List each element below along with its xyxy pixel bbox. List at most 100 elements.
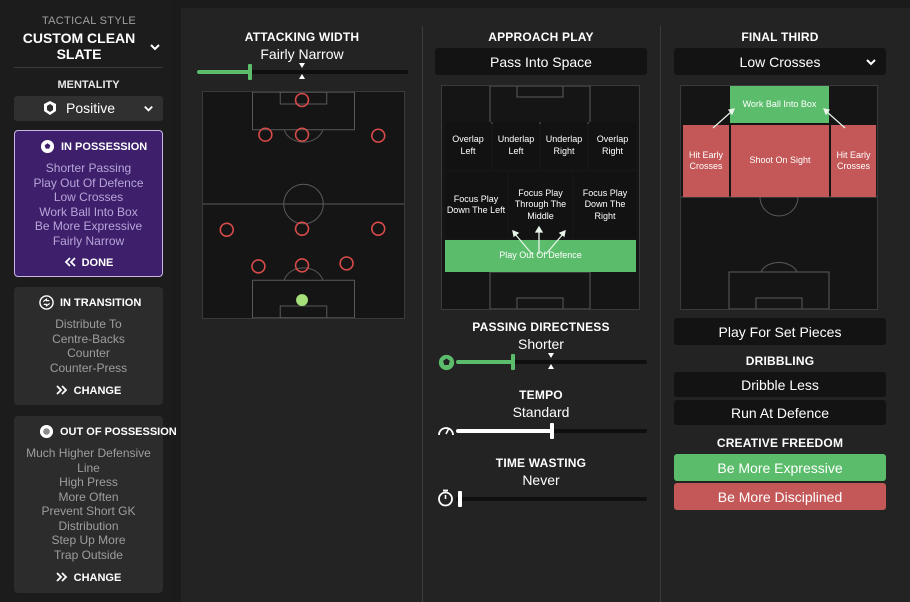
approach-play-pitch: Overlap Left Underlap Left Underlap Righ… [441, 85, 640, 310]
list-item: High Press [59, 475, 118, 489]
zone-overlap-right[interactable]: Overlap Right [589, 122, 636, 169]
slider-fill [197, 70, 250, 74]
slider-handle[interactable] [511, 354, 515, 370]
out-of-possession-card[interactable]: OUT OF POSSESSION Much Higher Defensive … [14, 416, 177, 593]
slider-handle[interactable] [550, 423, 554, 439]
final-third-pitch: Work Ball Into Box Hit Early Crosses Sho… [680, 85, 878, 310]
dribbling-title: DRIBBLING [745, 354, 815, 368]
dribble-less-button[interactable]: Dribble Less [674, 372, 886, 397]
in-possession-title: IN POSSESSION [61, 141, 148, 153]
out-of-possession-header: OUT OF POSSESSION [14, 424, 177, 440]
list-item: Work Ball Into Box [39, 204, 138, 219]
ball-icon [438, 354, 455, 371]
zone-overlap-left[interactable]: Overlap Left [445, 122, 491, 169]
zone-focus-left[interactable]: Focus Play Down The Left [445, 172, 507, 238]
done-label: DONE [81, 257, 114, 269]
play-for-set-pieces-button[interactable]: Play For Set Pieces [674, 318, 886, 345]
divider [14, 67, 163, 68]
list-item: Fairly Narrow [52, 233, 125, 248]
transition-icon [39, 295, 54, 310]
list-item: Play Out Of Defence [33, 175, 144, 190]
zone-underlap-right[interactable]: Underlap Right [541, 122, 587, 169]
slider-handle[interactable] [458, 491, 462, 507]
divider [660, 26, 661, 602]
mentality-dropdown[interactable]: Positive [14, 96, 163, 121]
list-item: Be More Expressive [34, 219, 143, 233]
approach-play-selector[interactable]: Pass Into Space [435, 48, 647, 75]
player-marker [294, 92, 310, 108]
double-chevron-right-icon [56, 572, 67, 582]
zone-focus-right[interactable]: Focus Play Down The Right [574, 172, 636, 238]
out-of-possession-list: Much Higher Defensive Line High Press Mo… [14, 446, 163, 562]
be-more-expressive-button[interactable]: Be More Expressive [674, 454, 886, 481]
list-item: Low Crosses [53, 190, 124, 204]
list-item: Shorter Passing [45, 161, 132, 175]
zone-work-ball-into-box[interactable]: Work Ball Into Box [730, 86, 829, 123]
in-transition-list: Distribute To Centre-Backs Counter Count… [14, 317, 163, 375]
mentality-label: MENTALITY [57, 79, 120, 91]
chevron-down-icon [144, 105, 153, 112]
slider-track[interactable] [456, 497, 647, 501]
attacking-width-pitch [202, 91, 405, 319]
ball-icon [40, 139, 55, 154]
default-marker-icon [548, 353, 554, 358]
list-item: Line [77, 460, 100, 475]
zone-underlap-left[interactable]: Underlap Left [493, 122, 539, 169]
default-marker-icon [299, 63, 305, 68]
final-third-dropdown[interactable]: Low Crosses [674, 48, 886, 75]
player-marker [371, 221, 386, 236]
slider-handle[interactable] [248, 64, 252, 80]
stopwatch-icon [438, 489, 453, 507]
in-transition-change-button[interactable]: CHANGE [14, 385, 163, 401]
out-of-possession-change-button[interactable]: CHANGE [14, 572, 163, 588]
list-item: Step Up More [51, 533, 126, 547]
change-label: CHANGE [73, 572, 122, 584]
double-chevron-left-icon [64, 257, 76, 267]
speedometer-icon [438, 427, 454, 436]
list-item: Counter [67, 346, 110, 360]
in-transition-header: IN TRANSITION [14, 295, 163, 311]
zone-hit-early-crosses-left[interactable]: Hit Early Crosses [683, 125, 729, 197]
zone-focus-middle[interactable]: Focus Play Through The Middle [509, 172, 572, 238]
positive-shield-icon [44, 101, 56, 115]
chevron-down-icon[interactable] [148, 40, 162, 54]
time-wasting-value: Never [522, 472, 560, 488]
out-possession-icon [39, 424, 54, 439]
creative-freedom-title: CREATIVE FREEDOM [716, 436, 844, 450]
be-more-disciplined-button[interactable]: Be More Disciplined [674, 483, 886, 510]
time-wasting-title: TIME WASTING [495, 456, 587, 470]
attacking-width-title: ATTACKING WIDTH [244, 30, 360, 44]
tempo-value: Standard [512, 404, 570, 420]
list-item: Counter-Press [49, 360, 128, 375]
zone-shoot-on-sight[interactable]: Shoot On Sight [731, 125, 829, 197]
list-item: More Often [58, 489, 119, 504]
done-button[interactable]: DONE [15, 257, 162, 273]
zone-hit-early-crosses-right[interactable]: Hit Early Crosses [831, 125, 876, 197]
tactical-style-name[interactable]: CUSTOM CLEAN SLATE [14, 30, 144, 62]
out-of-possession-title: OUT OF POSSESSION [60, 426, 177, 438]
default-marker-icon [299, 74, 305, 79]
in-possession-card[interactable]: IN POSSESSION Shorter Passing Play Out O… [14, 130, 163, 277]
sidebar: TACTICAL STYLE CUSTOM CLEAN SLATE MENTAL… [0, 0, 177, 602]
player-marker [371, 128, 386, 143]
player-marker [294, 221, 310, 236]
list-item: Much Higher Defensive [26, 446, 151, 460]
chevron-down-icon [866, 59, 876, 66]
goalkeeper-marker [296, 294, 308, 306]
slider-fill [456, 360, 513, 364]
change-label: CHANGE [73, 385, 122, 397]
main-panel: ATTACKING WIDTH Fairly Narrow APPROACH P… [181, 8, 910, 602]
list-item: Prevent Short GK [41, 504, 136, 518]
in-transition-card[interactable]: IN TRANSITION Distribute To Centre-Backs… [14, 287, 163, 405]
player-marker [339, 256, 354, 271]
run-at-defence-button[interactable]: Run At Defence [674, 400, 886, 425]
zone-play-out-of-defence[interactable]: Play Out Of Defence [445, 240, 636, 272]
list-item: Distribution [58, 518, 119, 533]
player-marker [294, 258, 310, 273]
approach-play-title: APPROACH PLAY [488, 30, 594, 44]
attacking-width-value: Fairly Narrow [260, 46, 344, 62]
list-item: Distribute To [55, 317, 122, 331]
divider [422, 26, 423, 602]
player-marker [251, 259, 266, 274]
list-item: Trap Outside [54, 547, 123, 562]
